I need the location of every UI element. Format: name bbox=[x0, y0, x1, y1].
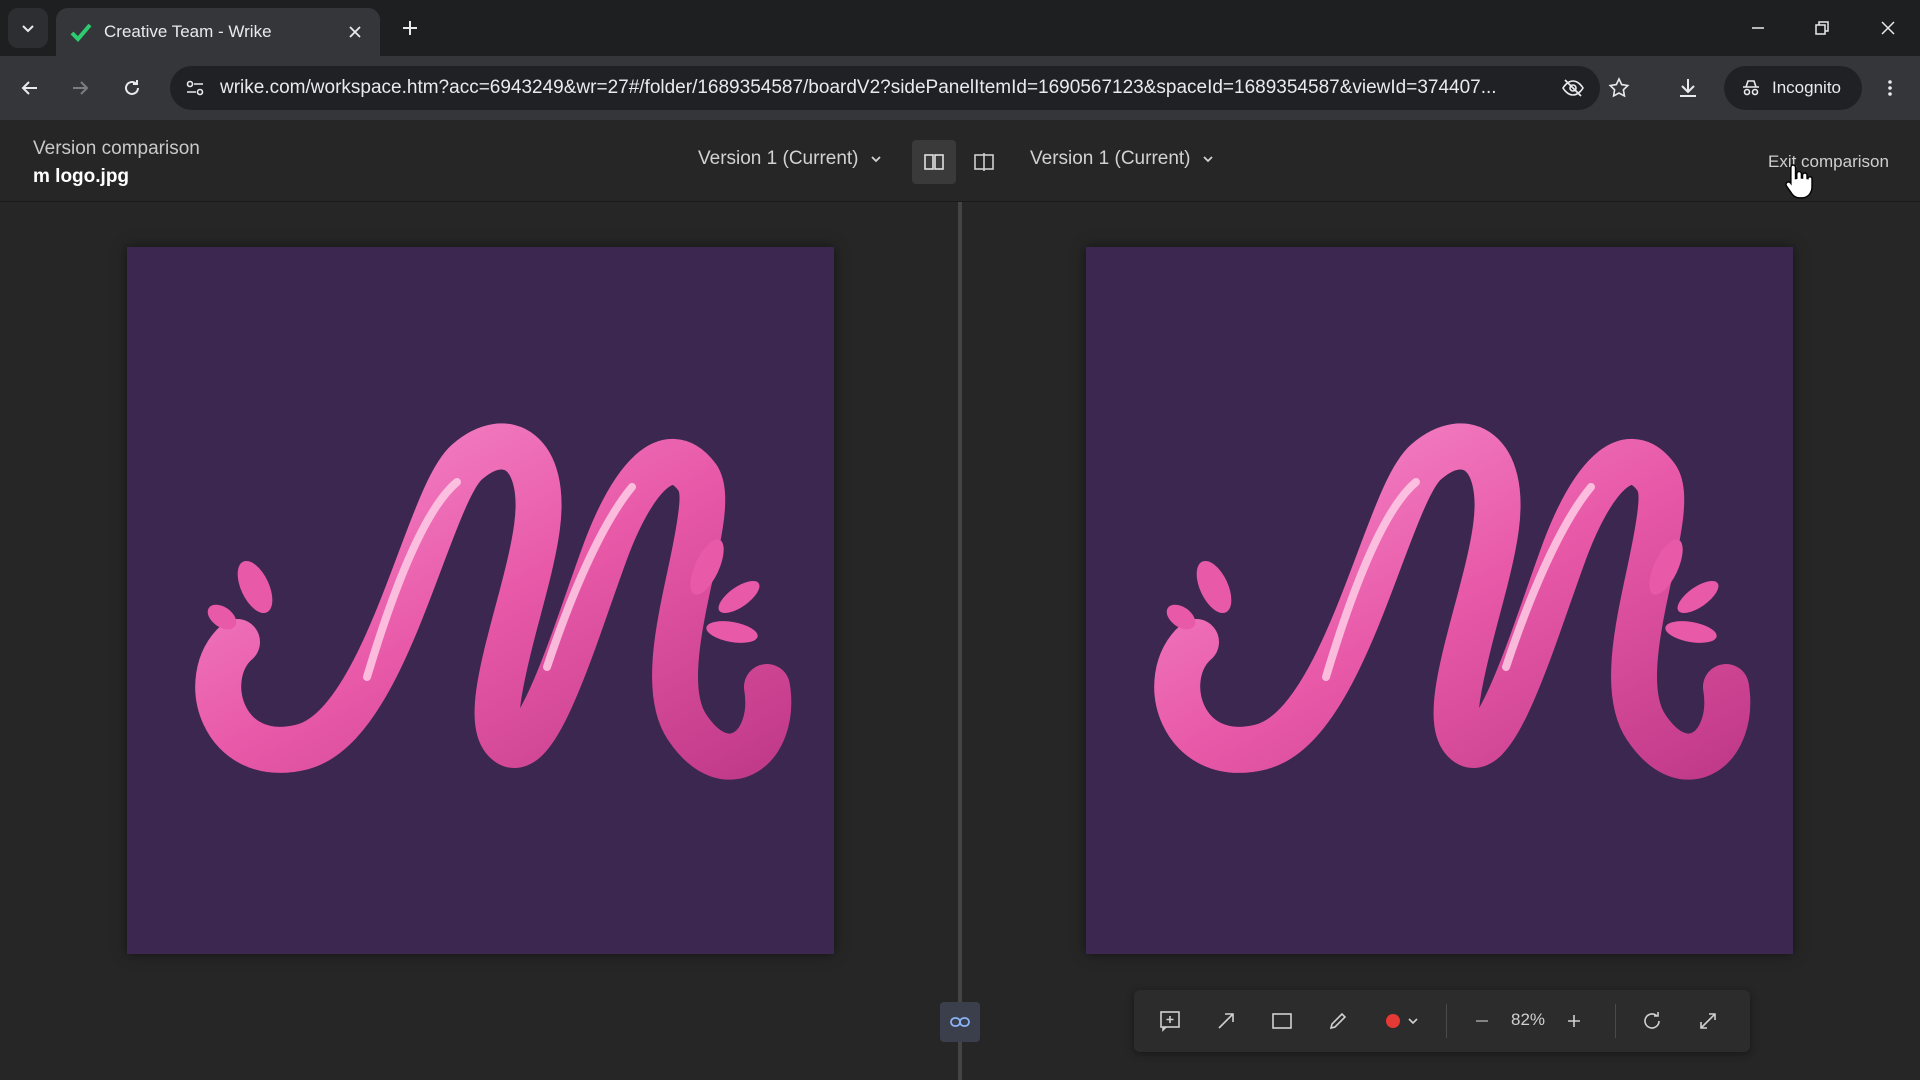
sync-view-button[interactable] bbox=[940, 1002, 980, 1042]
expand-icon bbox=[1700, 1013, 1716, 1029]
site-settings-icon[interactable] bbox=[184, 77, 206, 99]
wrike-check-icon bbox=[70, 23, 92, 42]
forward-icon[interactable] bbox=[62, 70, 98, 106]
arrow-tool-button[interactable] bbox=[1208, 1003, 1244, 1039]
incognito-label: Incognito bbox=[1772, 78, 1841, 97]
minimize-icon[interactable] bbox=[1740, 10, 1776, 46]
chevron-down-icon bbox=[22, 25, 34, 33]
bookmark-star-icon[interactable] bbox=[1606, 75, 1632, 101]
tab-search-button[interactable] bbox=[8, 8, 48, 48]
chevron-down-icon bbox=[870, 156, 881, 163]
right-version-dropdown[interactable]: Version 1 (Current) bbox=[1030, 148, 1215, 170]
reload-icon[interactable] bbox=[114, 70, 150, 106]
download-icon[interactable] bbox=[1675, 75, 1701, 101]
fullscreen-button[interactable] bbox=[1690, 1003, 1726, 1039]
zoom-out-button[interactable] bbox=[1464, 1003, 1500, 1039]
color-dot-icon bbox=[1386, 1014, 1400, 1028]
book-split-icon bbox=[974, 153, 994, 171]
tab-title: Creative Team - Wrike bbox=[104, 22, 272, 41]
rectangle-tool-button[interactable] bbox=[1264, 1003, 1300, 1039]
close-window-icon[interactable] bbox=[1870, 10, 1906, 46]
back-icon[interactable] bbox=[12, 70, 48, 106]
comparison-header: Version comparison m logo.jpg Version 1 … bbox=[0, 120, 1920, 202]
right-version-label: Version 1 (Current) bbox=[1030, 148, 1191, 169]
incognito-badge[interactable]: Incognito bbox=[1724, 66, 1862, 110]
rotate-button[interactable] bbox=[1634, 1003, 1670, 1039]
pencil-icon bbox=[1329, 1012, 1347, 1030]
new-tab-icon[interactable] bbox=[396, 14, 424, 42]
plus-icon bbox=[1568, 1015, 1580, 1027]
split-columns-icon bbox=[924, 154, 944, 170]
m-logo-image bbox=[127, 247, 834, 954]
menu-kebab-icon[interactable] bbox=[1872, 70, 1908, 106]
left-version-pane bbox=[0, 202, 958, 1080]
restore-icon[interactable] bbox=[1804, 10, 1840, 46]
eye-off-icon[interactable] bbox=[1560, 75, 1586, 101]
rotate-icon bbox=[1644, 1012, 1660, 1029]
pencil-tool-button[interactable] bbox=[1320, 1003, 1356, 1039]
zoom-level: 82% bbox=[1511, 1010, 1546, 1029]
overlay-mode-button[interactable] bbox=[962, 140, 1006, 184]
annotation-toolbar: 82% bbox=[1134, 990, 1750, 1052]
chevron-down-icon bbox=[1408, 1018, 1418, 1025]
m-logo-image bbox=[1086, 247, 1793, 954]
browser-toolbar: wrike.com/workspace.htm?acc=6943249&wr=2… bbox=[0, 56, 1920, 120]
hand-cursor-icon bbox=[1785, 164, 1813, 199]
link-icon bbox=[950, 1017, 970, 1027]
add-comment-button[interactable] bbox=[1152, 1003, 1188, 1039]
address-bar[interactable]: wrike.com/workspace.htm?acc=6943249&wr=2… bbox=[170, 66, 1600, 110]
right-version-pane bbox=[962, 202, 1920, 1080]
arrow-icon bbox=[1218, 1013, 1234, 1029]
left-version-label: Version 1 (Current) bbox=[698, 148, 859, 169]
left-version-dropdown[interactable]: Version 1 (Current) bbox=[698, 148, 883, 170]
color-picker-button[interactable] bbox=[1378, 1003, 1426, 1039]
page-title: Version comparison bbox=[33, 138, 200, 159]
toolbar-separator bbox=[1446, 1004, 1447, 1038]
right-image-preview[interactable] bbox=[1086, 247, 1793, 954]
minus-icon bbox=[1476, 1020, 1488, 1022]
left-image-preview[interactable] bbox=[127, 247, 834, 954]
browser-tabstrip: Creative Team - Wrike bbox=[0, 0, 1920, 56]
incognito-icon bbox=[1743, 80, 1759, 96]
chevron-down-icon bbox=[1202, 156, 1213, 163]
comment-add-icon bbox=[1160, 1011, 1180, 1032]
side-by-side-mode-button[interactable] bbox=[912, 140, 956, 184]
file-name: m logo.jpg bbox=[33, 166, 130, 187]
browser-tab[interactable]: Creative Team - Wrike bbox=[56, 8, 380, 56]
zoom-in-button[interactable] bbox=[1556, 1003, 1592, 1039]
toolbar-separator bbox=[1615, 1004, 1616, 1038]
close-tab-icon[interactable] bbox=[344, 21, 366, 43]
url-text: wrike.com/workspace.htm?acc=6943249&wr=2… bbox=[220, 77, 1497, 98]
rectangle-icon bbox=[1272, 1013, 1292, 1029]
